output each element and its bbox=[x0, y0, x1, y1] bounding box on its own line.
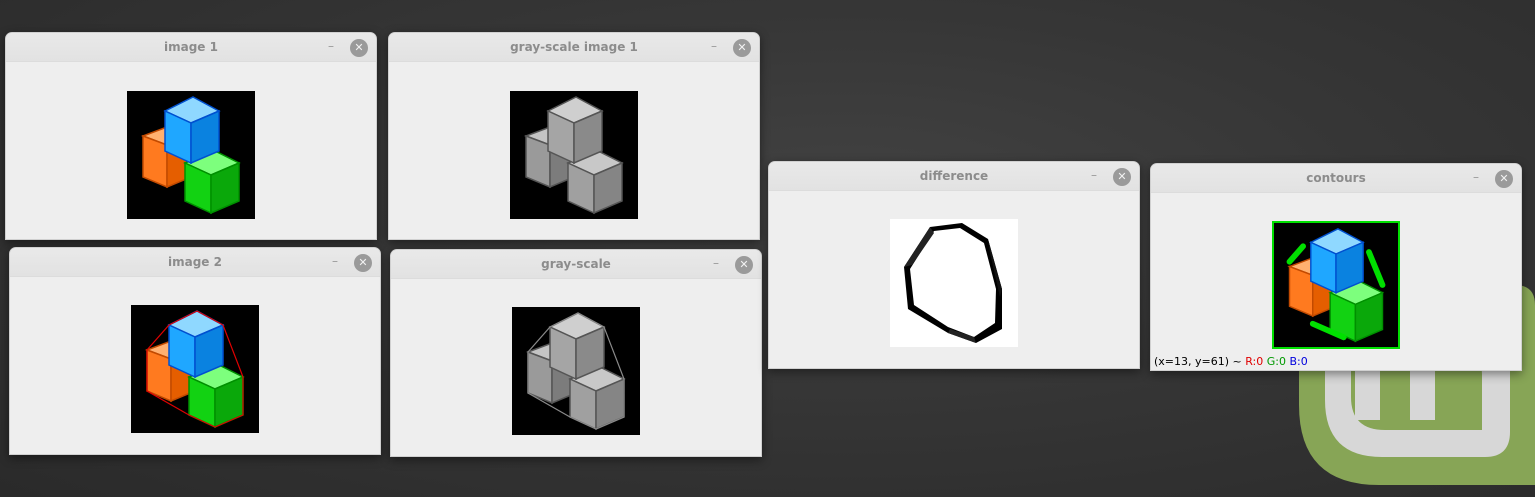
titlebar[interactable]: difference – ✕ bbox=[769, 162, 1139, 191]
window-title: image 1 bbox=[164, 40, 218, 54]
minimize-icon[interactable]: – bbox=[328, 252, 342, 268]
window-gray-scale-image-1[interactable]: gray-scale image 1 – ✕ bbox=[388, 32, 760, 240]
close-icon[interactable]: ✕ bbox=[735, 256, 753, 274]
cursor-coordinates: (x=13, y=61) ~ bbox=[1154, 355, 1242, 368]
minimize-icon[interactable]: – bbox=[709, 254, 723, 270]
titlebar[interactable]: contours – ✕ bbox=[1151, 164, 1521, 193]
color-cubes-hull-image bbox=[131, 305, 259, 433]
window-contours[interactable]: contours – ✕ (x=13, y=61) ~ R:0 G:0 B:0 bbox=[1150, 163, 1522, 371]
window-image-2[interactable]: image 2 – ✕ bbox=[9, 247, 381, 455]
window-title: gray-scale image 1 bbox=[510, 40, 638, 54]
desktop: image 1 – ✕ gray-scale image 1 – ✕ image… bbox=[0, 0, 1535, 497]
close-icon[interactable]: ✕ bbox=[350, 39, 368, 57]
window-title: contours bbox=[1306, 171, 1366, 185]
red-value: R:0 bbox=[1245, 355, 1264, 368]
minimize-icon[interactable]: – bbox=[707, 37, 721, 53]
minimize-icon[interactable]: – bbox=[324, 37, 338, 53]
titlebar[interactable]: image 1 – ✕ bbox=[6, 33, 376, 62]
blue-value: B:0 bbox=[1289, 355, 1308, 368]
color-cubes-image bbox=[127, 91, 255, 219]
contours-image bbox=[1272, 221, 1400, 349]
gray-cubes-image bbox=[510, 91, 638, 219]
pixel-status-bar: (x=13, y=61) ~ R:0 G:0 B:0 bbox=[1154, 355, 1308, 368]
window-difference[interactable]: difference – ✕ bbox=[768, 161, 1140, 369]
green-value: G:0 bbox=[1266, 355, 1286, 368]
titlebar[interactable]: image 2 – ✕ bbox=[10, 248, 380, 277]
gray-cubes-hull-image bbox=[512, 307, 640, 435]
window-image-1[interactable]: image 1 – ✕ bbox=[5, 32, 377, 240]
window-title: image 2 bbox=[168, 255, 222, 269]
window-gray-scale[interactable]: gray-scale – ✕ bbox=[390, 249, 762, 457]
close-icon[interactable]: ✕ bbox=[354, 254, 372, 272]
minimize-icon[interactable]: – bbox=[1469, 168, 1483, 184]
close-icon[interactable]: ✕ bbox=[1495, 170, 1513, 188]
window-title: difference bbox=[919, 169, 989, 183]
close-icon[interactable]: ✕ bbox=[1113, 168, 1131, 186]
titlebar[interactable]: gray-scale – ✕ bbox=[391, 250, 761, 279]
window-title: gray-scale bbox=[541, 257, 611, 271]
difference-image bbox=[890, 219, 1018, 347]
minimize-icon[interactable]: – bbox=[1087, 166, 1101, 182]
close-icon[interactable]: ✕ bbox=[733, 39, 751, 57]
titlebar[interactable]: gray-scale image 1 – ✕ bbox=[389, 33, 759, 62]
